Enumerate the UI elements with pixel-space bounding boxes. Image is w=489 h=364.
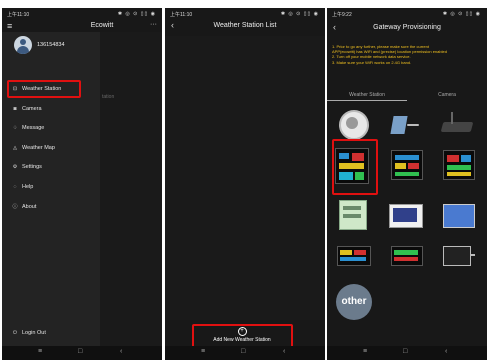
username: 136154834 xyxy=(37,42,65,48)
device-white-console[interactable] xyxy=(387,200,423,232)
device-tablet-display[interactable] xyxy=(441,240,477,272)
active-tab-underline xyxy=(327,100,407,101)
provisioning-instructions: 1. Prior to go any further, please make … xyxy=(332,44,483,65)
phone-screen-station-list: 上午11:10 ✱ ◎ ⊙ ▯▯ ◉ ‹ Weather Station Lis… xyxy=(165,8,325,360)
menu-label: Weather Map xyxy=(22,145,55,151)
map-icon: ◬ xyxy=(13,145,17,151)
menu-label: Message xyxy=(22,125,45,131)
home-nav-icon[interactable]: □ xyxy=(241,348,245,355)
status-icons: ✱ ◎ ⊙ ▯▯ ◉ xyxy=(442,11,481,17)
highlight-weather-station xyxy=(7,80,81,98)
recents-nav-icon[interactable]: ≡ xyxy=(201,348,205,355)
status-time: 上午9:22 xyxy=(332,12,352,18)
instruction-line: 3. Make sure your WiFi works on 2.4G ban… xyxy=(332,59,412,65)
station-list-area xyxy=(165,36,325,320)
more-icon[interactable]: ··· xyxy=(150,21,157,28)
status-bar: 上午11:10 ✱ ◎ ⊙ ▯▯ ◉ xyxy=(2,8,162,20)
menu-label: Camera xyxy=(22,106,42,112)
tab-camera[interactable]: Camera xyxy=(407,92,487,98)
device-blue-console[interactable] xyxy=(441,200,477,232)
status-bar: 上午9:22 ✱ ◎ ⊙ ▯▯ ◉ xyxy=(327,8,487,20)
home-nav-icon[interactable]: □ xyxy=(403,348,407,355)
highlight-selected-console xyxy=(332,139,378,195)
status-bar: 上午11:10 ✱ ◎ ⊙ ▯▯ ◉ xyxy=(165,8,325,20)
status-icons: ✱ ◎ ⊙ ▯▯ ◉ xyxy=(280,11,319,17)
logout-button[interactable]: ⏻ Login Out xyxy=(12,330,46,336)
menu-item-settings[interactable]: ⚙ Settings xyxy=(12,164,42,170)
system-nav-bar: ≡ □ ‹ xyxy=(165,346,325,360)
behind-station-text: tation xyxy=(102,94,115,100)
avatar[interactable] xyxy=(14,36,32,54)
info-icon: ⓘ xyxy=(12,204,18,210)
device-other-button[interactable]: other xyxy=(336,284,372,320)
device-console-3[interactable] xyxy=(441,148,477,180)
camera-icon: ◙ xyxy=(13,106,17,112)
status-time: 上午11:10 xyxy=(170,12,193,18)
device-wide-console[interactable] xyxy=(335,240,371,272)
dimmed-content[interactable]: tation xyxy=(100,32,162,346)
menu-label: About xyxy=(22,203,37,210)
page-header: ‹ Gateway Provisioning xyxy=(327,22,487,36)
device-console-4[interactable] xyxy=(389,240,425,272)
power-icon: ⏻ xyxy=(13,330,17,336)
app-title: Ecowitt xyxy=(90,22,114,29)
phone-screen-drawer: 上午11:10 ✱ ◎ ⊙ ▯▯ ◉ ≡ Ecowitt ··· tation … xyxy=(2,8,162,360)
phone-screen-gateway-provisioning: 上午9:22 ✱ ◎ ⊙ ▯▯ ◉ ‹ Gateway Provisioning… xyxy=(327,8,487,360)
logout-label: Login Out xyxy=(22,330,46,336)
page-title: Gateway Provisioning xyxy=(373,24,441,31)
page-header: ‹ Weather Station List xyxy=(165,20,325,34)
page-title: Weather Station List xyxy=(213,22,277,29)
gear-icon: ⚙ xyxy=(12,164,18,170)
system-nav-bar: ≡ □ ‹ xyxy=(327,346,487,360)
home-nav-icon[interactable]: □ xyxy=(78,348,82,355)
recents-nav-icon[interactable]: ≡ xyxy=(38,348,42,355)
device-mono-console[interactable] xyxy=(335,198,371,230)
menu-label: Help xyxy=(22,184,34,190)
device-outdoor-sensor[interactable] xyxy=(387,108,423,140)
help-icon: ◌ xyxy=(13,184,17,190)
device-gateway[interactable] xyxy=(439,108,475,140)
menu-item-weather-map[interactable]: ◬ Weather Map xyxy=(12,145,55,151)
menu-item-help[interactable]: ◌ Help xyxy=(12,184,34,190)
menu-item-about[interactable]: ⓘ About xyxy=(12,203,37,211)
side-drawer: 136154834 ⊡ Weather Station ◙ Camera ♢ M… xyxy=(2,32,100,346)
device-sensor-array[interactable] xyxy=(335,108,371,140)
menu-item-message[interactable]: ♢ Message xyxy=(12,125,45,131)
hamburger-icon[interactable]: ≡ xyxy=(7,21,12,31)
device-console-2[interactable] xyxy=(389,148,425,180)
system-nav-bar: ≡ □ ‹ xyxy=(2,346,162,360)
status-time: 上午11:10 xyxy=(7,12,30,18)
back-nav-icon[interactable]: ‹ xyxy=(120,348,122,355)
device-type-tabs: Weather Station Camera xyxy=(327,88,487,102)
bell-icon: ♢ xyxy=(12,125,18,131)
tab-weather-station[interactable]: Weather Station xyxy=(327,92,407,98)
recents-nav-icon[interactable]: ≡ xyxy=(363,348,367,355)
status-icons: ✱ ◎ ⊙ ▯▯ ◉ xyxy=(117,11,156,17)
menu-item-camera[interactable]: ◙ Camera xyxy=(12,106,42,112)
back-nav-icon[interactable]: ‹ xyxy=(283,348,285,355)
back-nav-icon[interactable]: ‹ xyxy=(445,348,447,355)
menu-label: Settings xyxy=(22,164,42,170)
